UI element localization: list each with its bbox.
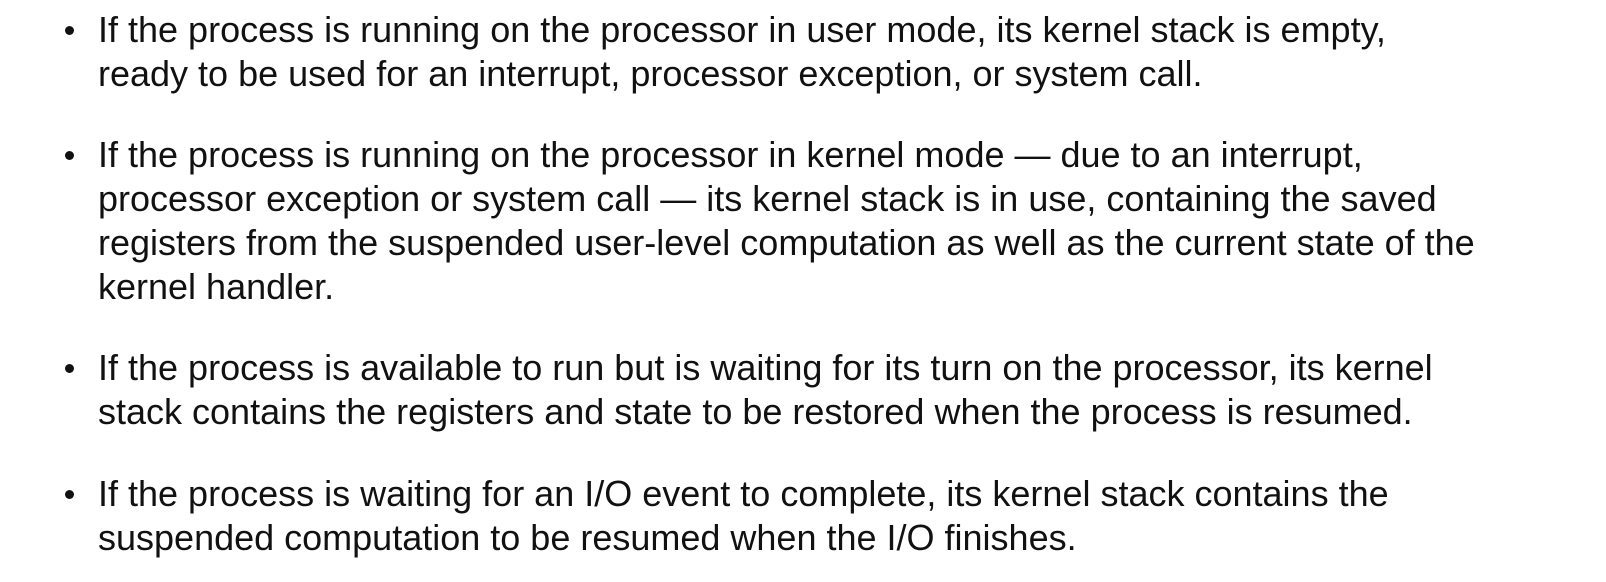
text-line: If the process is available to run but i…: [98, 347, 1433, 388]
list-item-waiting-io: If the process is waiting for an I/O eve…: [65, 472, 1598, 560]
bullet-icon: [65, 364, 74, 373]
text-line: If the process is running on the process…: [98, 9, 1386, 50]
list-item-text: If the process is waiting for an I/O eve…: [98, 472, 1598, 560]
list-item-text: If the process is available to run but i…: [98, 346, 1598, 434]
text-line: stack contains the registers and state t…: [98, 391, 1413, 432]
list-item-user-mode: If the process is running on the process…: [65, 8, 1598, 96]
bullet-icon: [65, 26, 74, 35]
text-line: suspended computation to be resumed when…: [98, 517, 1077, 558]
text-line: If the process is waiting for an I/O eve…: [98, 473, 1389, 514]
text-line: If the process is running on the process…: [98, 134, 1363, 175]
bullet-icon: [65, 151, 74, 160]
text-line: kernel handler.: [98, 266, 335, 307]
text-line: registers from the suspended user-level …: [98, 222, 1475, 263]
list-item-kernel-mode: If the process is running on the process…: [65, 133, 1598, 309]
text-line: ready to be used for an interrupt, proce…: [98, 53, 1203, 94]
list-item-ready: If the process is available to run but i…: [65, 346, 1598, 434]
bullet-icon: [65, 490, 74, 499]
list-item-text: If the process is running on the process…: [98, 8, 1598, 96]
list-item-text: If the process is running on the process…: [98, 133, 1598, 309]
text-line: processor exception or system call — its…: [98, 178, 1437, 219]
